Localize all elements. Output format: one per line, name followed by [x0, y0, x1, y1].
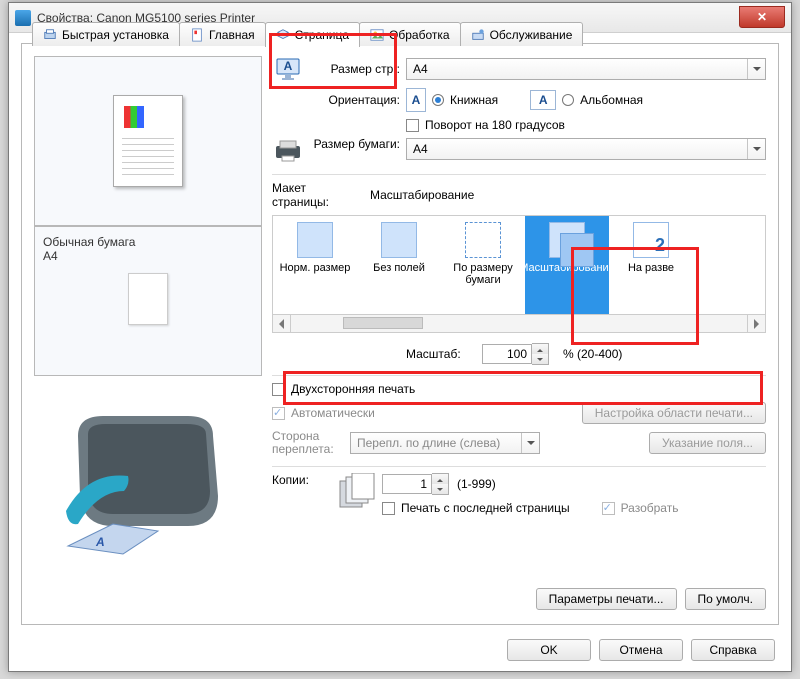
collate-checkbox [602, 502, 615, 515]
binding-select: Перепл. по длине (слева) [350, 432, 540, 454]
page-size-select[interactable]: A4 [406, 58, 766, 80]
wrench-icon [471, 28, 485, 42]
tab-effects[interactable]: Обработка [359, 22, 461, 46]
printer-properties-window: Свойства: Canon MG5100 series Printer ✕ … [8, 2, 792, 672]
media-paper-label: Обычная бумага A4 [43, 235, 253, 263]
scale-label: Масштаб: [406, 347, 476, 361]
print-options-button[interactable]: Параметры печати... [536, 588, 677, 610]
page-preview [34, 56, 262, 226]
copies-input[interactable] [382, 474, 432, 494]
dropdown-arrow-icon [521, 433, 539, 453]
layout-label: Макет страницы: [272, 181, 364, 209]
page-icon [190, 28, 204, 42]
landscape-radio[interactable] [562, 94, 574, 106]
copies-label: Копии: [272, 473, 330, 487]
cancel-button[interactable]: Отмена [599, 639, 683, 661]
last-page-checkbox[interactable] [382, 502, 395, 515]
orientation-label: Ориентация: [310, 93, 400, 107]
portrait-radio[interactable] [432, 94, 444, 106]
printer-illustration: A [34, 386, 262, 566]
dialog-footer: OK Отмена Справка [507, 639, 775, 661]
stack-icon [276, 28, 290, 42]
scroll-right-button[interactable] [747, 315, 765, 332]
printer-small-icon [272, 138, 304, 164]
svg-text:A: A [284, 59, 293, 73]
layout-strip: Норм. размер Без полей По размеру бумаги… [272, 215, 766, 315]
page-size-label: Размер стр.: [310, 62, 400, 76]
layout-normal[interactable]: Норм. размер [273, 216, 357, 314]
copies-range-label: (1-999) [457, 477, 496, 491]
landscape-label[interactable]: Альбомная [580, 93, 643, 107]
scale-range-label: % (20-400) [563, 347, 622, 361]
layout-fit-to-page[interactable]: По размеру бумаги [441, 216, 525, 314]
paper-small-icon [128, 273, 168, 325]
help-button[interactable]: Справка [691, 639, 775, 661]
photo-icon [370, 28, 384, 42]
close-button[interactable]: ✕ [739, 6, 785, 28]
auto-duplex-checkbox [272, 407, 285, 420]
binding-label: Сторона переплета: [272, 430, 344, 456]
scroll-left-button[interactable] [273, 315, 291, 332]
rotate180-label[interactable]: Поворот на 180 градусов [425, 118, 565, 132]
copies-icon [336, 473, 376, 514]
dropdown-arrow-icon [747, 59, 765, 79]
tab-maintenance[interactable]: Обслуживание [460, 22, 584, 46]
left-column: Обычная бумага A4 A [34, 56, 262, 616]
dialog-content: Быстрая установка Главная Страница Обраб… [21, 43, 779, 625]
spin-up-icon[interactable] [532, 344, 548, 354]
tab-main[interactable]: Главная [179, 22, 266, 46]
tab-quick-setup[interactable]: Быстрая установка [32, 22, 180, 46]
print-area-setup-button: Настройка области печати... [582, 402, 766, 424]
rotate180-checkbox[interactable] [406, 119, 419, 132]
scale-spinner[interactable] [482, 343, 549, 365]
portrait-label[interactable]: Книжная [450, 93, 498, 107]
app-icon [15, 10, 31, 26]
defaults-button[interactable]: По умолч. [685, 588, 766, 610]
monitor-icon: A [272, 56, 304, 82]
duplex-checkbox[interactable] [272, 383, 285, 396]
portrait-icon: A [406, 88, 426, 112]
spin-up-icon[interactable] [432, 474, 448, 484]
scale-input[interactable] [482, 344, 532, 364]
layout-scaled[interactable]: Масштабирование [525, 216, 609, 314]
copies-spinner[interactable] [382, 473, 449, 495]
collate-label: Разобрать [621, 501, 679, 515]
page-thumb-icon [113, 95, 183, 187]
tabstrip: Быстрая установка Главная Страница Обраб… [32, 22, 582, 46]
margin-button: Указание поля... [649, 432, 766, 454]
right-column: A Размер стр.: A4 Ориентация: A Книжная … [272, 56, 766, 616]
auto-duplex-label: Автоматически [291, 406, 375, 420]
landscape-icon: A [530, 90, 556, 110]
layout-borderless[interactable]: Без полей [357, 216, 441, 314]
ok-button[interactable]: OK [507, 639, 591, 661]
scroll-thumb[interactable] [343, 317, 423, 329]
layout-selected-caption: Масштабирование [370, 188, 474, 202]
svg-text:A: A [95, 535, 105, 549]
paper-size-select[interactable]: A4 [406, 138, 766, 160]
last-page-label[interactable]: Печать с последней страницы [401, 501, 570, 515]
layout-scrollbar[interactable] [272, 315, 766, 333]
duplex-label[interactable]: Двухсторонняя печать [291, 382, 415, 396]
paper-size-label: Размер бумаги: [310, 138, 400, 151]
spin-down-icon[interactable] [532, 354, 548, 364]
tab-page-setup[interactable]: Страница [265, 22, 360, 47]
printer-icon [43, 28, 57, 42]
dropdown-arrow-icon [747, 139, 765, 159]
layout-pages-per-sheet[interactable]: На разве [609, 216, 693, 314]
media-info-box: Обычная бумага A4 [34, 226, 262, 376]
spin-down-icon[interactable] [432, 484, 448, 494]
